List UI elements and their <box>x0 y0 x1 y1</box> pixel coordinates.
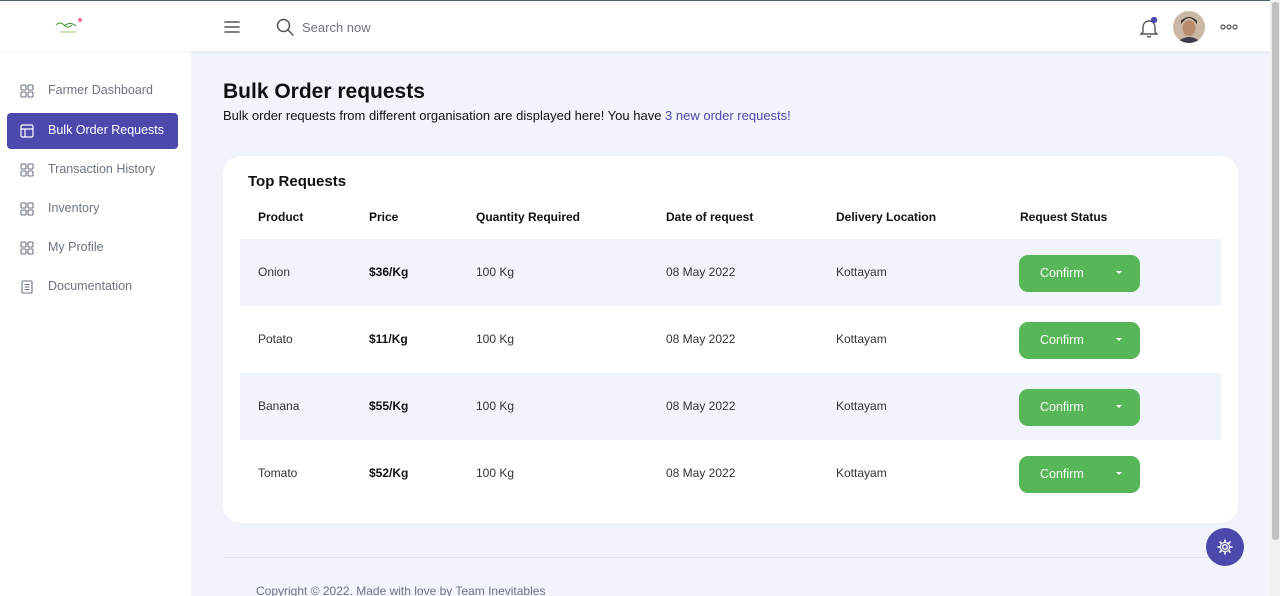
cell-quantity: 100 Kg <box>476 265 515 279</box>
sidebar-item-label: Farmer Dashboard <box>48 83 153 97</box>
sidebar-item-bulk-order-requests[interactable]: Bulk Order Requests <box>7 113 178 149</box>
card-title: Top Requests <box>248 173 347 190</box>
column-header-date: Date of request <box>666 210 754 224</box>
sidebar-item-label: Bulk Order Requests <box>48 123 165 137</box>
search-input[interactable] <box>302 15 502 39</box>
grid-icon <box>20 202 34 216</box>
caret-down-icon <box>1116 405 1122 408</box>
sidebar-item-label: Documentation <box>48 279 133 293</box>
layout-icon <box>20 124 34 138</box>
settings-button[interactable] <box>1206 528 1244 566</box>
cell-price: $52/Kg <box>369 466 409 480</box>
cell-location: Kottayam <box>836 399 887 413</box>
table-row: Potato $11/Kg 100 Kg 08 May 2022 Kottaya… <box>240 306 1221 373</box>
sidebar-item-my-profile[interactable]: My Profile <box>7 230 178 266</box>
cell-product: Banana <box>258 399 300 413</box>
scrollbar-thumb[interactable] <box>1272 2 1279 540</box>
cell-product: Onion <box>258 265 291 279</box>
page-title: Bulk Order requests <box>223 80 425 103</box>
cell-date: 08 May 2022 <box>666 265 736 279</box>
caret-down-icon <box>1116 271 1122 274</box>
sidebar-item-label: My Profile <box>48 240 104 254</box>
more-horizontal-icon[interactable] <box>1219 19 1239 35</box>
avatar[interactable] <box>1173 11 1205 43</box>
cell-price: $36/Kg <box>369 265 409 279</box>
new-requests-count: 3 new order requests! <box>665 108 791 123</box>
page-subtitle: Bulk order requests from different organ… <box>223 108 791 123</box>
column-header-status: Request Status <box>1020 210 1108 224</box>
confirm-dropdown-button[interactable]: Confirm <box>1019 389 1140 426</box>
cell-price: $11/Kg <box>369 332 408 346</box>
cell-location: Kottayam <box>836 332 887 346</box>
cell-price: $55/Kg <box>369 399 409 413</box>
gear-icon <box>1217 539 1233 555</box>
top-navbar <box>0 0 1270 51</box>
sidebar-item-transaction-history[interactable]: Transaction History <box>7 152 178 188</box>
caret-down-icon <box>1116 472 1122 475</box>
top-requests-card: Top Requests Product Price Quantity Requ… <box>223 156 1238 523</box>
column-header-location: Delivery Location <box>836 210 937 224</box>
cell-location: Kottayam <box>836 466 887 480</box>
column-header-quantity: Quantity Required <box>476 210 581 224</box>
grid-icon <box>20 241 34 255</box>
cell-date: 08 May 2022 <box>666 466 736 480</box>
cell-product: Potato <box>258 332 293 346</box>
cell-quantity: 100 Kg <box>476 466 515 480</box>
confirm-label: Confirm <box>1040 333 1084 347</box>
confirm-label: Confirm <box>1040 400 1084 414</box>
hamburger-icon[interactable] <box>222 17 242 37</box>
document-icon <box>20 280 34 294</box>
caret-down-icon <box>1116 338 1122 341</box>
brand-logo[interactable] <box>50 15 86 39</box>
search-icon <box>276 18 294 36</box>
grid-icon <box>20 163 34 177</box>
cell-quantity: 100 Kg <box>476 332 515 346</box>
grid-icon <box>20 84 34 98</box>
confirm-label: Confirm <box>1040 467 1084 481</box>
sidebar: Farmer Dashboard Bulk Order Requests Tra… <box>0 51 191 596</box>
cell-date: 08 May 2022 <box>666 332 736 346</box>
sidebar-item-inventory[interactable]: Inventory <box>7 191 178 227</box>
table-row: Tomato $52/Kg 100 Kg 08 May 2022 Kottaya… <box>240 440 1221 507</box>
cell-product: Tomato <box>258 466 298 480</box>
sidebar-item-label: Transaction History <box>48 162 156 176</box>
footer-copyright: Copyright © 2022. Made with love by Team… <box>256 584 546 596</box>
bell-icon[interactable] <box>1139 16 1159 39</box>
confirm-dropdown-button[interactable]: Confirm <box>1019 255 1140 292</box>
column-header-price: Price <box>369 210 399 224</box>
footer-divider <box>223 557 1238 558</box>
confirm-dropdown-button[interactable]: Confirm <box>1019 456 1140 493</box>
sidebar-item-label: Inventory <box>48 201 100 215</box>
table-row: Onion $36/Kg 100 Kg 08 May 2022 Kottayam… <box>240 239 1221 306</box>
table-row: Banana $55/Kg 100 Kg 08 May 2022 Kottaya… <box>240 373 1221 440</box>
column-header-product: Product <box>258 210 304 224</box>
confirm-dropdown-button[interactable]: Confirm <box>1019 322 1140 359</box>
cell-location: Kottayam <box>836 265 887 279</box>
sidebar-item-documentation[interactable]: Documentation <box>7 269 178 305</box>
confirm-label: Confirm <box>1040 266 1084 280</box>
subtitle-text: Bulk order requests from different organ… <box>223 108 666 123</box>
cell-quantity: 100 Kg <box>476 399 515 413</box>
sidebar-item-farmer-dashboard[interactable]: Farmer Dashboard <box>7 73 178 109</box>
cell-date: 08 May 2022 <box>666 399 736 413</box>
